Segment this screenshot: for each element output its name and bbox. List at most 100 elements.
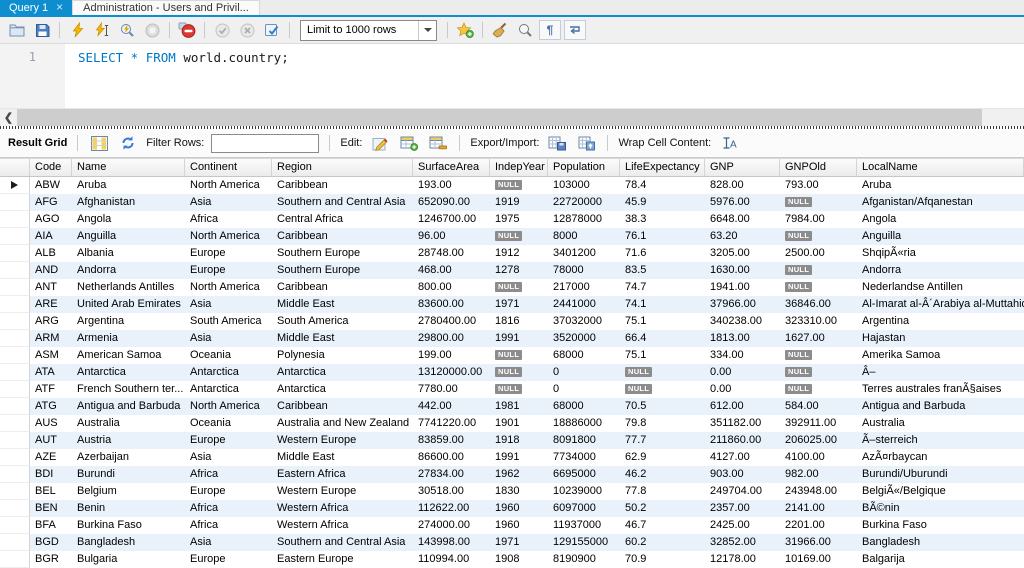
cell-gnp[interactable]: 211860.00 bbox=[705, 432, 780, 449]
cell-gnpold[interactable]: 2141.00 bbox=[780, 500, 857, 517]
cell-name[interactable]: Aruba bbox=[72, 177, 185, 194]
cell-surfacearea[interactable]: 83600.00 bbox=[413, 296, 490, 313]
cell-population[interactable]: 6695000 bbox=[548, 466, 620, 483]
cell-population[interactable]: 3401200 bbox=[548, 245, 620, 262]
cell-gnpold[interactable]: 793.00 bbox=[780, 177, 857, 194]
cell-surfacearea[interactable]: 27834.00 bbox=[413, 466, 490, 483]
cell-lifeexpectancy[interactable]: 75.1 bbox=[620, 347, 705, 364]
cell-gnp[interactable]: 5976.00 bbox=[705, 194, 780, 211]
cell-name[interactable]: Angola bbox=[72, 211, 185, 228]
cell-gnp[interactable]: 340238.00 bbox=[705, 313, 780, 330]
cell-code[interactable]: ASM bbox=[30, 347, 72, 364]
cell-indepyear[interactable]: NULL bbox=[490, 177, 548, 194]
cell-name[interactable]: Burkina Faso bbox=[72, 517, 185, 534]
row-marker[interactable] bbox=[0, 262, 30, 279]
autocommit-toggle[interactable] bbox=[261, 20, 283, 40]
wrap-text-toggle[interactable] bbox=[564, 20, 586, 40]
cell-gnpold[interactable]: 243948.00 bbox=[780, 483, 857, 500]
find-button[interactable] bbox=[514, 20, 536, 40]
cell-population[interactable]: 11937000 bbox=[548, 517, 620, 534]
row-marker[interactable] bbox=[0, 551, 30, 568]
row-marker[interactable] bbox=[0, 177, 30, 194]
refresh-button[interactable] bbox=[117, 133, 139, 153]
cell-localname[interactable]: ShqipÃ«ria bbox=[857, 245, 1024, 262]
cell-region[interactable]: Southern and Central Asia bbox=[272, 534, 413, 551]
cell-name[interactable]: United Arab Emirates bbox=[72, 296, 185, 313]
cell-region[interactable]: Western Europe bbox=[272, 483, 413, 500]
cell-gnp[interactable]: 2425.00 bbox=[705, 517, 780, 534]
cell-surfacearea[interactable]: 442.00 bbox=[413, 398, 490, 415]
cell-localname[interactable]: Argentina bbox=[857, 313, 1024, 330]
cell-continent[interactable]: North America bbox=[185, 177, 272, 194]
row-marker[interactable] bbox=[0, 364, 30, 381]
cell-indepyear[interactable]: 1991 bbox=[490, 330, 548, 347]
cell-gnp[interactable]: 1630.00 bbox=[705, 262, 780, 279]
cell-gnpold[interactable]: 323310.00 bbox=[780, 313, 857, 330]
cell-population[interactable]: 8091800 bbox=[548, 432, 620, 449]
cell-name[interactable]: Albania bbox=[72, 245, 185, 262]
cell-indepyear[interactable]: 1971 bbox=[490, 534, 548, 551]
cell-continent[interactable]: Asia bbox=[185, 330, 272, 347]
row-marker[interactable] bbox=[0, 432, 30, 449]
cell-surfacearea[interactable]: 800.00 bbox=[413, 279, 490, 296]
cell-lifeexpectancy[interactable]: NULL bbox=[620, 364, 705, 381]
cell-gnp[interactable]: 3205.00 bbox=[705, 245, 780, 262]
cell-surfacearea[interactable]: 1246700.00 bbox=[413, 211, 490, 228]
cell-surfacearea[interactable]: 112622.00 bbox=[413, 500, 490, 517]
cell-code[interactable]: AZE bbox=[30, 449, 72, 466]
cell-region[interactable]: Middle East bbox=[272, 449, 413, 466]
cell-region[interactable]: Caribbean bbox=[272, 177, 413, 194]
cell-gnp[interactable]: 903.00 bbox=[705, 466, 780, 483]
cell-code[interactable]: ALB bbox=[30, 245, 72, 262]
cell-indepyear[interactable]: 1919 bbox=[490, 194, 548, 211]
cell-surfacearea[interactable]: 110994.00 bbox=[413, 551, 490, 568]
row-marker-header[interactable] bbox=[0, 159, 30, 176]
cell-code[interactable]: ATA bbox=[30, 364, 72, 381]
cell-gnp[interactable]: 612.00 bbox=[705, 398, 780, 415]
cell-continent[interactable]: Europe bbox=[185, 483, 272, 500]
cell-indepyear[interactable]: NULL bbox=[490, 279, 548, 296]
cell-surfacearea[interactable]: 13120000.00 bbox=[413, 364, 490, 381]
cell-surfacearea[interactable]: 199.00 bbox=[413, 347, 490, 364]
cell-region[interactable]: Middle East bbox=[272, 296, 413, 313]
column-header-population[interactable]: Population bbox=[548, 159, 620, 176]
cell-indepyear[interactable]: 1912 bbox=[490, 245, 548, 262]
cell-population[interactable]: 129155000 bbox=[548, 534, 620, 551]
cell-code[interactable]: ATG bbox=[30, 398, 72, 415]
cell-localname[interactable]: BelgiÃ«/Belgique bbox=[857, 483, 1024, 500]
cell-gnp[interactable]: 4127.00 bbox=[705, 449, 780, 466]
cell-code[interactable]: BDI bbox=[30, 466, 72, 483]
stop-button[interactable] bbox=[141, 20, 163, 40]
cell-continent[interactable]: Oceania bbox=[185, 347, 272, 364]
cell-localname[interactable]: Amerika Samoa bbox=[857, 347, 1024, 364]
delete-row-button[interactable] bbox=[427, 133, 449, 153]
cell-surfacearea[interactable]: 30518.00 bbox=[413, 483, 490, 500]
cell-region[interactable]: Western Europe bbox=[272, 432, 413, 449]
column-header-gnp[interactable]: GNP bbox=[705, 159, 780, 176]
cell-lifeexpectancy[interactable]: 75.1 bbox=[620, 313, 705, 330]
cell-localname[interactable]: Ã–sterreich bbox=[857, 432, 1024, 449]
cell-code[interactable]: AGO bbox=[30, 211, 72, 228]
cell-indepyear[interactable]: 1975 bbox=[490, 211, 548, 228]
cell-gnp[interactable]: 2357.00 bbox=[705, 500, 780, 517]
cell-region[interactable]: Antarctica bbox=[272, 364, 413, 381]
cell-continent[interactable]: Europe bbox=[185, 262, 272, 279]
cell-continent[interactable]: Asia bbox=[185, 194, 272, 211]
cell-region[interactable]: Caribbean bbox=[272, 228, 413, 245]
cell-name[interactable]: American Samoa bbox=[72, 347, 185, 364]
cell-gnpold[interactable]: 2500.00 bbox=[780, 245, 857, 262]
cell-gnpold[interactable]: NULL bbox=[780, 228, 857, 245]
cell-gnpold[interactable]: 584.00 bbox=[780, 398, 857, 415]
cell-indepyear[interactable]: NULL bbox=[490, 228, 548, 245]
cell-code[interactable]: ABW bbox=[30, 177, 72, 194]
cell-continent[interactable]: Europe bbox=[185, 551, 272, 568]
cell-continent[interactable]: Europe bbox=[185, 245, 272, 262]
cell-localname[interactable]: Afganistan/Afqanestan bbox=[857, 194, 1024, 211]
cell-continent[interactable]: Asia bbox=[185, 296, 272, 313]
cell-surfacearea[interactable]: 86600.00 bbox=[413, 449, 490, 466]
cell-indepyear[interactable]: 1918 bbox=[490, 432, 548, 449]
insert-row-button[interactable] bbox=[398, 133, 420, 153]
cell-surfacearea[interactable]: 7780.00 bbox=[413, 381, 490, 398]
cell-population[interactable]: 12878000 bbox=[548, 211, 620, 228]
cell-name[interactable]: Antarctica bbox=[72, 364, 185, 381]
